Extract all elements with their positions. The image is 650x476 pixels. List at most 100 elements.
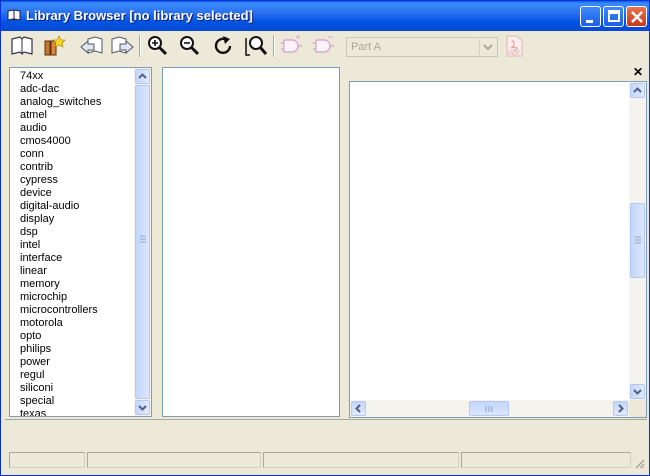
part-select[interactable]: Part A [346,37,498,57]
library-item[interactable]: device [20,187,52,200]
remove-part-icon [313,36,334,53]
library-item[interactable]: audio [20,122,47,135]
chevron-down-icon [633,389,642,395]
library-item[interactable]: philips [20,343,51,356]
preview-scroll-down-button[interactable] [630,384,645,399]
status-cell [87,452,261,468]
chevron-down-icon [483,44,493,51]
preview-panel[interactable] [349,81,647,418]
library-item[interactable]: interface [20,252,62,265]
status-cell [461,452,631,468]
maximize-icon [608,10,620,22]
toolbar: Part A PDF [5,31,647,61]
library-item[interactable]: microchip [20,291,67,304]
library-item[interactable]: intel [20,239,40,252]
pdf-icon: PDF [506,35,523,57]
library-list[interactable]: 74xx adc-dac analog_switches atmel audio cmos… [9,67,152,417]
preview-hscrollbar[interactable] [350,400,629,417]
library-item[interactable]: dsp [20,226,38,239]
library-item[interactable]: 74xx [20,70,43,83]
zoom-fit-button[interactable] [243,33,269,59]
previous-icon [80,36,103,55]
maximize-button[interactable] [603,6,624,27]
minimize-icon [586,20,593,23]
library-item[interactable]: power [20,356,50,369]
preview-header: ✕ [349,65,647,81]
refresh-icon [214,36,232,55]
scroll-up-button[interactable] [135,69,150,84]
close-preview-icon[interactable]: ✕ [633,65,643,79]
open-library-icon [11,36,33,55]
library-settings-button[interactable] [41,33,67,59]
add-part-icon [281,35,302,53]
resize-grip-icon[interactable] [633,457,645,469]
library-item[interactable]: conn [20,148,44,161]
export-pdf-button[interactable]: PDF [501,33,527,59]
preview-vscrollbar[interactable] [629,82,646,400]
refresh-button[interactable] [211,33,237,59]
previous-button[interactable] [79,33,105,59]
scroll-right-button[interactable] [613,401,628,416]
svg-text:PDF: PDF [508,51,520,57]
library-item[interactable]: opto [20,330,41,343]
zoom-fit-icon [245,36,268,56]
next-icon [111,36,134,55]
scroll-down-button[interactable] [135,400,150,415]
library-item[interactable]: memory [20,278,60,291]
library-item[interactable]: regul [20,369,44,382]
scroll-left-button[interactable] [351,401,366,416]
library-settings-icon [44,35,66,56]
open-library-button[interactable] [9,33,35,59]
library-item[interactable]: microcontrollers [20,304,98,317]
title-bar[interactable]: Library Browser [no library selected] [1,1,649,31]
zoom-out-button[interactable] [177,33,203,59]
library-item[interactable]: atmel [20,109,47,122]
chevron-up-icon [138,73,147,79]
grip-icon [140,235,146,243]
library-item[interactable]: linear [20,265,47,278]
zoom-in-button[interactable] [145,33,171,59]
library-item[interactable]: analog_switches [20,96,101,109]
library-list-scrollbar[interactable] [134,68,151,416]
grip-icon [635,236,641,244]
close-button[interactable] [626,6,647,27]
chevron-right-icon [618,404,624,413]
library-item[interactable]: contrib [20,161,53,174]
grip-icon [485,406,493,412]
preview-scroll-up-button[interactable] [630,83,645,98]
library-item[interactable]: adc-dac [20,83,59,96]
part-select-arrow[interactable] [479,39,496,55]
chevron-left-icon [355,404,361,413]
zoom-out-icon [180,36,200,56]
book-icon [7,9,21,21]
close-icon [631,11,643,23]
status-cell [9,452,85,468]
library-item[interactable]: siliconi [20,382,53,395]
scroll-corner [629,400,646,417]
library-item[interactable]: cmos4000 [20,135,71,148]
part-select-value: Part A [351,41,381,53]
library-item[interactable]: display [20,213,54,226]
status-cell [263,452,459,468]
library-browser-window: Library Browser [no library selected] Pa… [0,0,650,476]
preview-vscroll-thumb[interactable] [630,203,645,278]
library-items: 74xx adc-dac analog_switches atmel audio cmos… [10,68,134,416]
parts-list[interactable] [162,67,340,417]
library-item[interactable]: motorola [20,317,63,330]
scroll-thumb[interactable] [135,85,150,399]
remove-part-button[interactable] [311,33,337,59]
library-item[interactable]: digital-audio [20,200,79,213]
minimize-button[interactable] [580,6,601,27]
library-item[interactable]: texas [20,408,46,416]
window-title: Library Browser [no library selected] [26,8,253,23]
next-button[interactable] [109,33,135,59]
chevron-up-icon [633,87,642,93]
zoom-in-icon [148,36,168,56]
library-item[interactable]: cypress [20,174,58,187]
chevron-down-icon [138,405,147,411]
preview-hscroll-thumb[interactable] [469,401,509,416]
add-part-button[interactable] [279,33,305,59]
status-bar [5,449,647,471]
library-item[interactable]: special [20,395,54,408]
status-area [5,419,647,448]
